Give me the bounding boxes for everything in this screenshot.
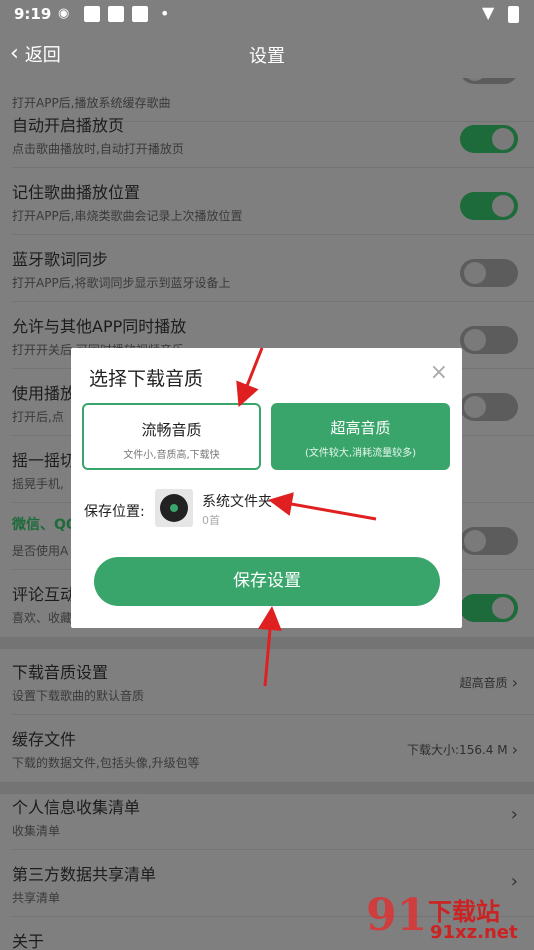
watermark: 91 下载站 91xz.net <box>366 890 534 950</box>
arrow-to-folder <box>268 492 377 521</box>
watermark-logo: 91 <box>366 890 428 941</box>
arrow-to-save <box>257 606 282 687</box>
arrow-to-title <box>236 347 264 408</box>
annotation-arrows <box>236 347 377 687</box>
watermark-url: 91xz.net <box>430 922 518 943</box>
